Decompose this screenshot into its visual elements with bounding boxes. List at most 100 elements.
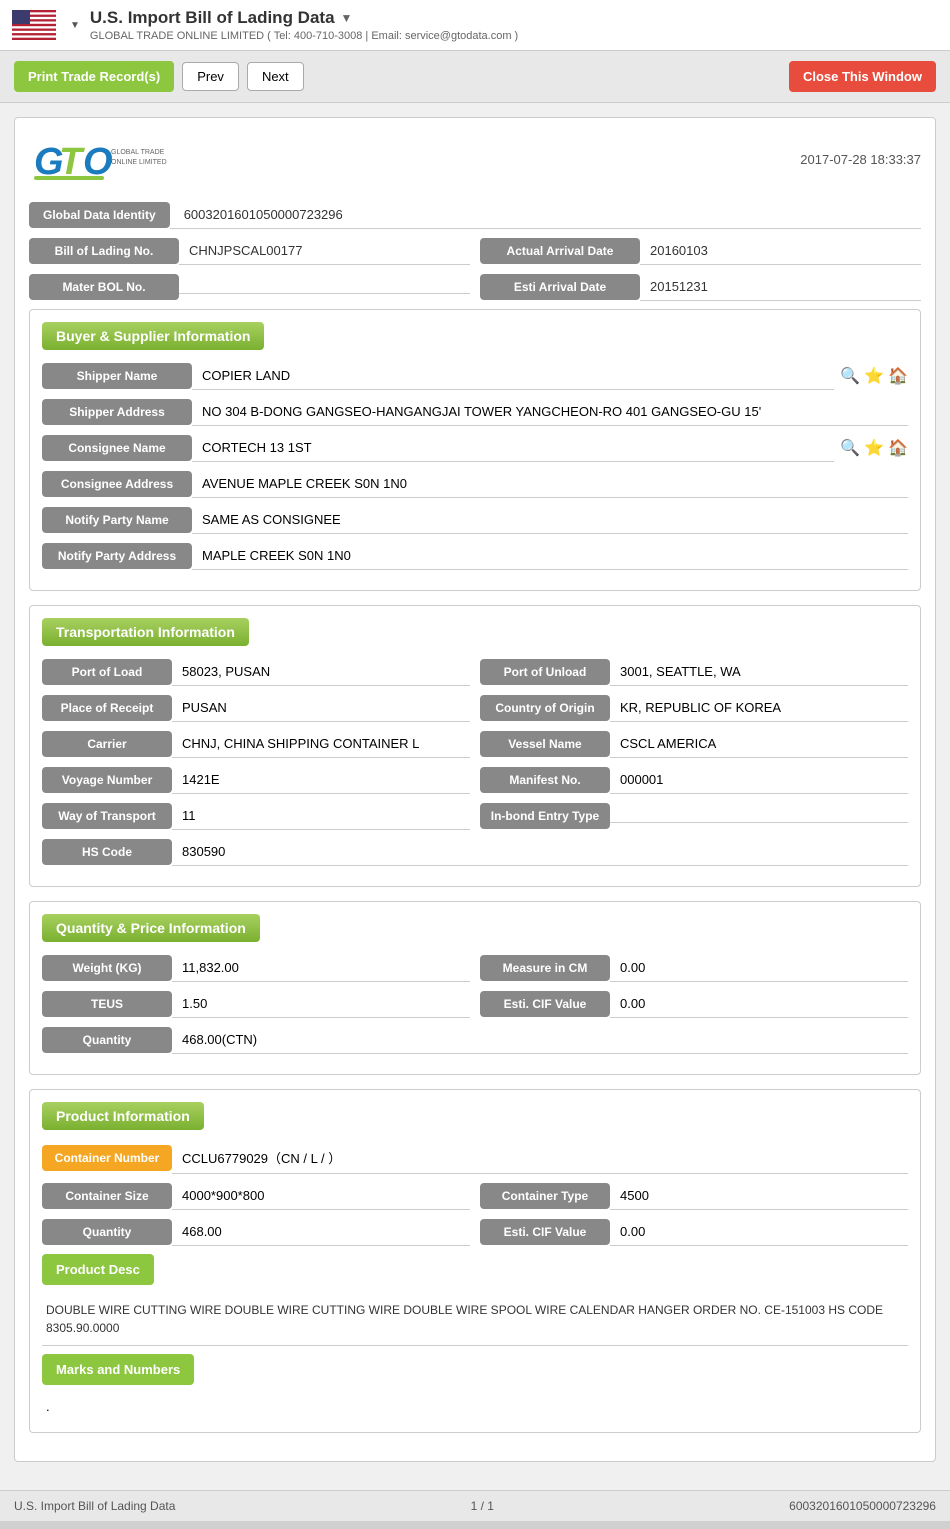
buyer-supplier-section: Buyer & Supplier Information Shipper Nam…: [29, 309, 921, 591]
port-unload-right: Port of Unload 3001, SEATTLE, WA: [480, 658, 908, 686]
place-receipt-left: Place of Receipt PUSAN: [42, 694, 470, 722]
notify-party-name-label: Notify Party Name: [42, 507, 192, 533]
container-type-label: Container Type: [480, 1183, 610, 1209]
actual-arrival-value: 20160103: [640, 237, 921, 265]
close-button[interactable]: Close This Window: [789, 61, 936, 92]
carrier-left: Carrier CHNJ, CHINA SHIPPING CONTAINER L: [42, 730, 470, 758]
teus-value: 1.50: [172, 990, 470, 1018]
title-dropdown-arrow[interactable]: ▼: [341, 11, 353, 25]
receipt-origin-row: Place of Receipt PUSAN Country of Origin…: [42, 694, 908, 722]
consignee-address-row: Consignee Address AVENUE MAPLE CREEK S0N…: [42, 470, 908, 498]
company-logo: G T O GLOBAL TRADE ONLINE LIMITED: [29, 132, 189, 187]
container-number-value: CCLU6779029（CN / L / ）: [172, 1142, 908, 1174]
esti-arrival-label: Esti Arrival Date: [480, 274, 640, 300]
logo-area: G T O GLOBAL TRADE ONLINE LIMITED 2017-0…: [29, 132, 921, 187]
place-of-receipt-label: Place of Receipt: [42, 695, 172, 721]
carrier-vessel-row: Carrier CHNJ, CHINA SHIPPING CONTAINER L…: [42, 730, 908, 758]
product-esti-cif-value: 0.00: [610, 1218, 908, 1246]
shipper-name-value: COPIER LAND: [192, 362, 834, 390]
home-icon[interactable]: 🏠: [888, 366, 908, 386]
master-bol-right: Esti Arrival Date 20151231: [480, 273, 921, 301]
quantity-row: Quantity 468.00(CTN): [42, 1026, 908, 1054]
bol-left: Bill of Lading No. CHNJPSCAL00177: [29, 237, 470, 265]
hs-code-left: HS Code 830590: [42, 838, 908, 866]
timestamp: 2017-07-28 18:33:37: [800, 152, 921, 167]
footer-page: 1 / 1: [471, 1499, 494, 1513]
container-size-type-row: Container Size 4000*900*800 Container Ty…: [42, 1182, 908, 1210]
consignee-name-value: CORTECH 13 1ST: [192, 434, 834, 462]
bol-arrival-row: Bill of Lading No. CHNJPSCAL00177 Actual…: [29, 237, 921, 265]
flag-dropdown-arrow[interactable]: ▼: [70, 20, 80, 31]
print-button[interactable]: Print Trade Record(s): [14, 61, 174, 92]
master-bol-value: [179, 281, 470, 294]
product-desc-button[interactable]: Product Desc: [42, 1254, 154, 1285]
product-quantity-left: Quantity 468.00: [42, 1218, 470, 1246]
global-data-identity-row: Global Data Identity 6003201601050000723…: [29, 201, 921, 229]
notify-party-name-row: Notify Party Name SAME AS CONSIGNEE: [42, 506, 908, 534]
shipper-address-row: Shipper Address NO 304 B-DONG GANGSEO-HA…: [42, 398, 908, 426]
voyage-manifest-row: Voyage Number 1421E Manifest No. 000001: [42, 766, 908, 794]
hs-code-label: HS Code: [42, 839, 172, 865]
page-title: U.S. Import Bill of Lading Data: [90, 8, 335, 28]
bol-right: Actual Arrival Date 20160103: [480, 237, 921, 265]
container-number-row: Container Number CCLU6779029（CN / L / ）: [42, 1142, 908, 1174]
master-bol-label: Mater BOL No.: [29, 274, 179, 300]
notify-party-address-value: MAPLE CREEK S0N 1N0: [192, 542, 908, 570]
transportation-section: Transportation Information Port of Load …: [29, 605, 921, 887]
home-icon-2[interactable]: 🏠: [888, 438, 908, 458]
marks-numbers-value: .: [42, 1393, 908, 1420]
shipper-name-row: Shipper Name COPIER LAND 🔍 ⭐ 🏠: [42, 362, 908, 390]
voyage-number-label: Voyage Number: [42, 767, 172, 793]
port-of-load-value: 58023, PUSAN: [172, 658, 470, 686]
record-card: G T O GLOBAL TRADE ONLINE LIMITED 2017-0…: [14, 117, 936, 1462]
star-icon-2[interactable]: ⭐: [864, 438, 884, 458]
consignee-icons: 🔍 ⭐ 🏠: [840, 438, 908, 458]
prev-button[interactable]: Prev: [182, 62, 239, 91]
inbond-right: In-bond Entry Type: [480, 802, 908, 830]
marks-numbers-button[interactable]: Marks and Numbers: [42, 1354, 194, 1385]
esti-cif-label: Esti. CIF Value: [480, 991, 610, 1017]
weight-kg-label: Weight (KG): [42, 955, 172, 981]
search-icon[interactable]: 🔍: [840, 366, 860, 386]
container-type-right: Container Type 4500: [480, 1182, 908, 1210]
transportation-header: Transportation Information: [42, 618, 249, 646]
vessel-name-label: Vessel Name: [480, 731, 610, 757]
product-quantity-cif-row: Quantity 468.00 Esti. CIF Value 0.00: [42, 1218, 908, 1246]
notify-party-address-row: Notify Party Address MAPLE CREEK S0N 1N0: [42, 542, 908, 570]
esti-arrival-value: 20151231: [640, 273, 921, 301]
flag-icon: [12, 10, 56, 40]
measure-right: Measure in CM 0.00: [480, 954, 908, 982]
port-of-load-label: Port of Load: [42, 659, 172, 685]
marks-btn-row: Marks and Numbers: [42, 1354, 908, 1385]
global-data-identity-label: Global Data Identity: [29, 202, 170, 228]
star-icon[interactable]: ⭐: [864, 366, 884, 386]
svg-text:GLOBAL TRADE: GLOBAL TRADE: [111, 149, 165, 156]
quantity-value: 468.00(CTN): [172, 1026, 908, 1054]
vessel-name-value: CSCL AMERICA: [610, 730, 908, 758]
bill-of-lading-label: Bill of Lading No.: [29, 238, 179, 264]
weight-measure-row: Weight (KG) 11,832.00 Measure in CM 0.00: [42, 954, 908, 982]
search-icon-2[interactable]: 🔍: [840, 438, 860, 458]
container-type-value: 4500: [610, 1182, 908, 1210]
manifest-no-label: Manifest No.: [480, 767, 610, 793]
next-button[interactable]: Next: [247, 62, 304, 91]
product-desc-btn-row: Product Desc: [42, 1254, 908, 1285]
consignee-name-row: Consignee Name CORTECH 13 1ST 🔍 ⭐ 🏠: [42, 434, 908, 462]
consignee-address-value: AVENUE MAPLE CREEK S0N 1N0: [192, 470, 908, 498]
container-size-label: Container Size: [42, 1183, 172, 1209]
quantity-label: Quantity: [42, 1027, 172, 1053]
consignee-name-label: Consignee Name: [42, 435, 192, 461]
voyage-left: Voyage Number 1421E: [42, 766, 470, 794]
port-load-left: Port of Load 58023, PUSAN: [42, 658, 470, 686]
container-size-left: Container Size 4000*900*800: [42, 1182, 470, 1210]
footer-right: 6003201601050000723296: [789, 1499, 936, 1513]
weight-left: Weight (KG) 11,832.00: [42, 954, 470, 982]
header-fields: Global Data Identity 6003201601050000723…: [29, 201, 921, 301]
quantity-price-section: Quantity & Price Information Weight (KG)…: [29, 901, 921, 1075]
footer-left: U.S. Import Bill of Lading Data: [14, 1499, 175, 1513]
buyer-supplier-header: Buyer & Supplier Information: [42, 322, 264, 350]
top-bar: ▼ U.S. Import Bill of Lading Data ▼ GLOB…: [0, 0, 950, 51]
product-cif-right: Esti. CIF Value 0.00: [480, 1218, 908, 1246]
transport-inbond-row: Way of Transport 11 In-bond Entry Type: [42, 802, 908, 830]
container-number-label: Container Number: [42, 1145, 172, 1171]
